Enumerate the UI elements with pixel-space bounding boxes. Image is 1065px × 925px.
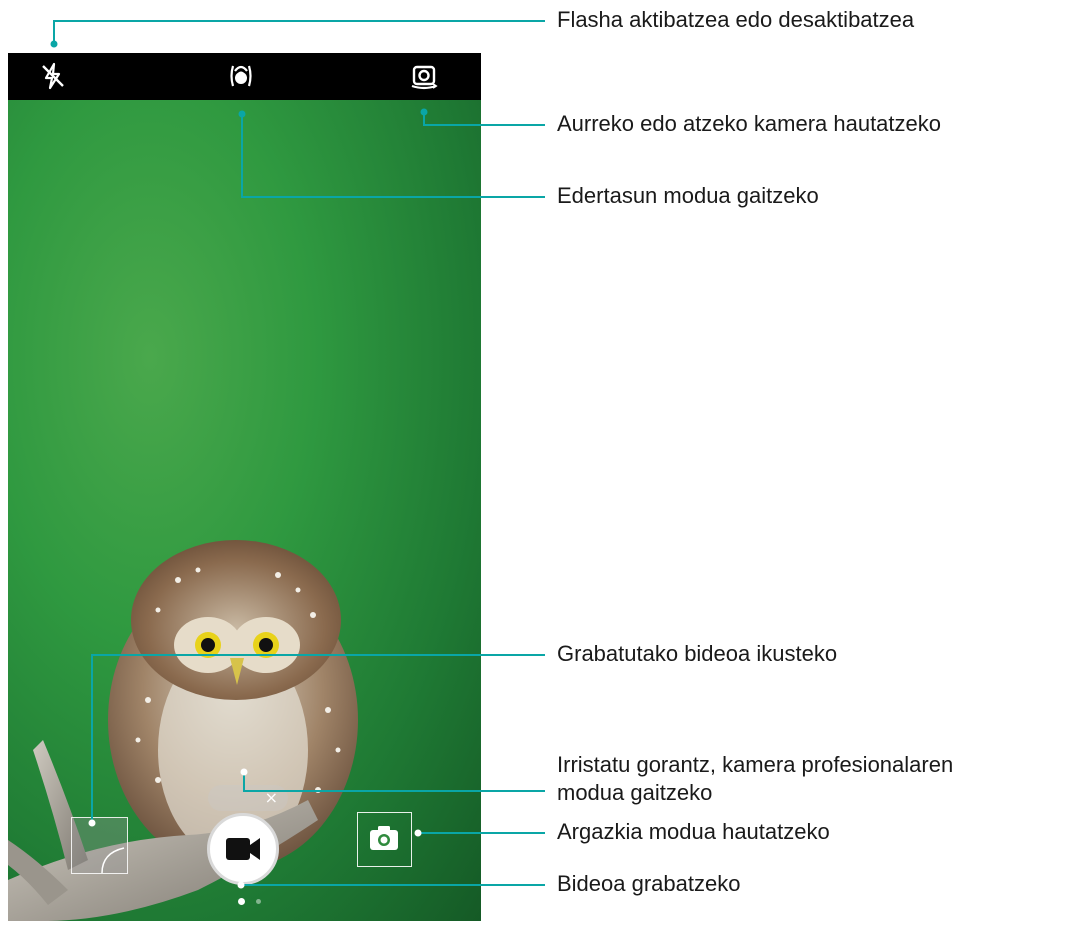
- callout-photo-mode: Argazkia modua hautatzeko: [557, 819, 830, 844]
- callout-gallery: Grabatutako bideoa ikusteko: [557, 641, 838, 666]
- callout-record: Bideoa grabatzeko: [557, 871, 741, 896]
- callout-switch-camera: Aurreko edo atzeko kamera hautatzeko: [557, 111, 942, 136]
- callout-flash: Flasha aktibatzea edo desaktibatzea: [557, 7, 915, 32]
- callout-pro-mode-line2: modua gaitzeko: [557, 780, 713, 805]
- callout-pro-mode-line1: Irristatu gorantz, kamera profesionalare…: [557, 752, 954, 777]
- callout-beauty: Edertasun modua gaitzeko: [557, 183, 819, 208]
- callout-lines: [50, 20, 545, 889]
